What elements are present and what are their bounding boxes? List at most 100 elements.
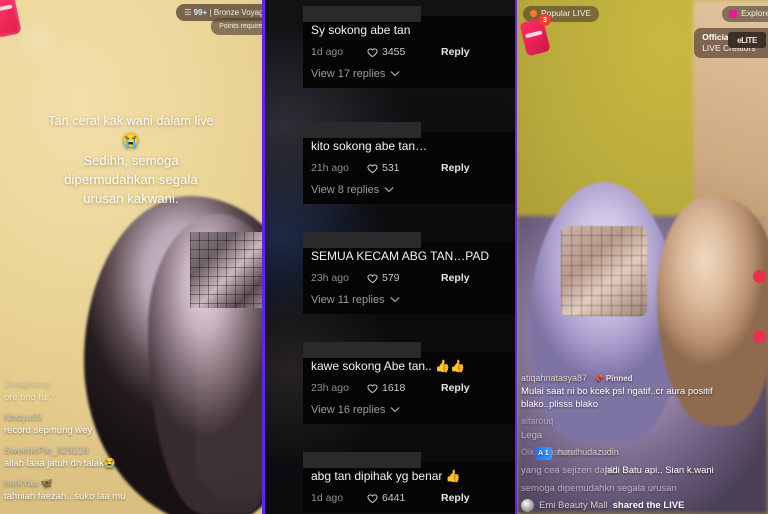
side-reaction-dot[interactable] [753, 270, 766, 283]
view-replies-button[interactable]: View 16 replies [311, 404, 507, 416]
pinned-chat-message: atiqahnatasya87 📌 Pinned Mulai saat ni b… [521, 372, 768, 411]
comment-meta: 1d ago 3455 Reply [311, 46, 507, 58]
comment-like-button[interactable]: 1618 [367, 382, 441, 394]
flame-icon [530, 10, 537, 17]
comment-like-button[interactable]: 6441 [367, 492, 441, 504]
chat-message: semoga dipemudahkn segala urusan [521, 482, 768, 495]
left-live-video-panel[interactable]: ☰ 99+ | Bronze Voyage Points required fo… [0, 0, 262, 514]
caption-line-1: Tan cerai kak wani dalam live [48, 114, 214, 128]
chat-username[interactable]: SweetiePie_829218 [4, 444, 204, 457]
caption-line-2: Sedihh, semoga [83, 153, 179, 168]
comment-like-button[interactable]: 579 [367, 272, 441, 284]
comment-text: SEMUA KECAM ABG TAN…PAD [311, 249, 490, 263]
caption-emoji: 😭 [122, 132, 140, 148]
view-replies-button[interactable]: View 11 replies [311, 294, 507, 306]
level-chip: A 1 [535, 447, 552, 460]
right-face-blur-mosaic [561, 226, 647, 316]
chat-message: Jimaphany ore tino tu.? [4, 378, 204, 404]
comment-like-count: 1618 [382, 382, 406, 394]
comment-text: Sy sokong abe tan [311, 23, 411, 37]
chat-text-line-2: semoga dipemudahkn segala urusan [521, 483, 677, 494]
comment-reply-button[interactable]: Reply [441, 272, 470, 284]
comment-timestamp: 21h ago [311, 162, 349, 174]
comment-text: kito sokong abe tan… [311, 139, 428, 153]
chat-username[interactable]: atiqahnatasya87 [521, 373, 587, 383]
level-tier: Bronze Voyage [213, 8, 262, 17]
comment-reply-button[interactable]: Reply [441, 46, 470, 58]
chat-message: Lega [521, 429, 768, 442]
redacted-username-bar [303, 6, 421, 22]
level-value: 99+ [193, 8, 208, 17]
caption-line-3: dipermudahkan segala [64, 172, 198, 187]
redacted-username-bar [303, 342, 421, 358]
comment-list-panel[interactable]: Sy sokong abe tan 1d ago 3455 Reply View… [262, 0, 517, 514]
comment-like-count: 531 [382, 162, 400, 174]
left-video-caption: Tan cerai kak wani dalam live 😭 Sedihh, … [10, 112, 252, 208]
side-reaction-dot[interactable] [753, 330, 766, 343]
comment-reply-button[interactable]: Reply [441, 162, 470, 174]
comment-text: kawe sokong Abe tan.. 👍👍 [311, 359, 465, 373]
comment-like-count: 6441 [382, 492, 406, 504]
left-face-blur-mosaic [190, 232, 262, 308]
chat-text: tahniah faezah...suko laa mu [4, 491, 126, 502]
share-notification[interactable]: Emi Beauty Mall shared the LIVE [521, 499, 768, 512]
comment-text: abg tan dipihak yg benar 👍 [311, 469, 461, 483]
explore-label: Explore [741, 8, 768, 18]
elite-logo-icon: eLITE [728, 32, 766, 48]
chat-username[interactable]: Jimaphany [4, 378, 204, 391]
points-required-pill: Points required for 9... [211, 18, 262, 35]
chat-text: Lega [521, 430, 543, 441]
chevron-down-icon [390, 404, 401, 416]
caption-line-4: urusan kakwani. [83, 191, 179, 206]
chat-message: yang cea sejizen dah2 jadi Batu api.. Si… [521, 464, 768, 478]
view-replies-label: View 17 replies [311, 68, 386, 80]
share-user-name: Emi Beauty Mall [539, 500, 608, 511]
comment-card[interactable]: abg tan dipihak yg benar 👍 1d ago 6441 R… [303, 452, 515, 512]
comment-like-button[interactable]: 3455 [367, 46, 441, 58]
pinned-badge: 📌 Pinned [593, 374, 633, 383]
comment-card[interactable]: kawe sokong Abe tan.. 👍👍 23h ago 1618 Re… [303, 342, 515, 424]
view-replies-button[interactable]: View 8 replies [311, 184, 507, 196]
comment-timestamp: 1d ago [311, 492, 344, 504]
chat-username[interactable]: MekYaa 🦋 [4, 477, 204, 490]
heart-icon [367, 493, 378, 504]
comment-like-button[interactable]: 531 [367, 162, 441, 174]
comment-meta: 21h ago 531 Reply [311, 162, 507, 174]
share-action-label: shared the LIVE [612, 500, 685, 511]
chat-username-text: nurulhudazudin [557, 447, 619, 457]
chat-message: Oikeydashop A 1 nurulhudazudin [521, 446, 768, 460]
comment-reply-button[interactable]: Reply [441, 382, 470, 394]
comment-card[interactable]: SEMUA KECAM ABG TAN…PAD 23h ago 579 Repl… [303, 232, 515, 314]
comment-card[interactable]: Sy sokong abe tan 1d ago 3455 Reply View… [303, 6, 515, 88]
comment-like-count: 3455 [382, 46, 406, 58]
chat-text-line-2: blako..plisss blako [521, 399, 599, 410]
signal-icon: ☰ [184, 8, 192, 17]
explore-icon [729, 9, 738, 18]
view-replies-button[interactable]: View 17 replies [311, 68, 507, 80]
chat-message: SweetiePie_829218 allah laaa jatuh dh ta… [4, 444, 204, 470]
comment-timestamp: 23h ago [311, 382, 349, 394]
redacted-username-bar [303, 122, 421, 138]
avatar [521, 499, 534, 512]
chevron-down-icon [390, 68, 401, 80]
chat-username[interactable]: A 1 nurulhudazudin [535, 446, 768, 460]
comment-timestamp: 23h ago [311, 272, 349, 284]
comment-meta: 23h ago 1618 Reply [311, 382, 507, 394]
comment-card[interactable]: kito sokong abe tan… 21h ago 531 Reply V… [303, 122, 515, 204]
comment-timestamp: 1d ago [311, 46, 344, 58]
right-live-video-panel[interactable]: Popular LIVE Explore 3 Official TikTok L… [517, 0, 768, 514]
left-live-chat-feed[interactable]: Jimaphany ore tino tu.? Nhdyu93 record s… [4, 378, 204, 510]
chat-username[interactable]: Nhdyu93 [4, 411, 204, 424]
view-replies-label: View 8 replies [311, 184, 380, 196]
explore-button[interactable]: Explore [722, 6, 768, 22]
redacted-username-bar [303, 232, 421, 248]
comment-reply-button[interactable]: Reply [441, 492, 470, 504]
comment-like-count: 579 [382, 272, 400, 284]
comment-meta: 23h ago 579 Reply [311, 272, 507, 284]
right-live-chat-feed[interactable]: atiqahnatasya87 📌 Pinned Mulai saat ni b… [521, 372, 768, 512]
chat-username[interactable]: alfarouq [521, 416, 554, 426]
heart-icon [367, 383, 378, 394]
chat-text: record sepmung wey [4, 425, 93, 436]
chevron-down-icon [384, 184, 394, 196]
chevron-down-icon [389, 294, 400, 306]
